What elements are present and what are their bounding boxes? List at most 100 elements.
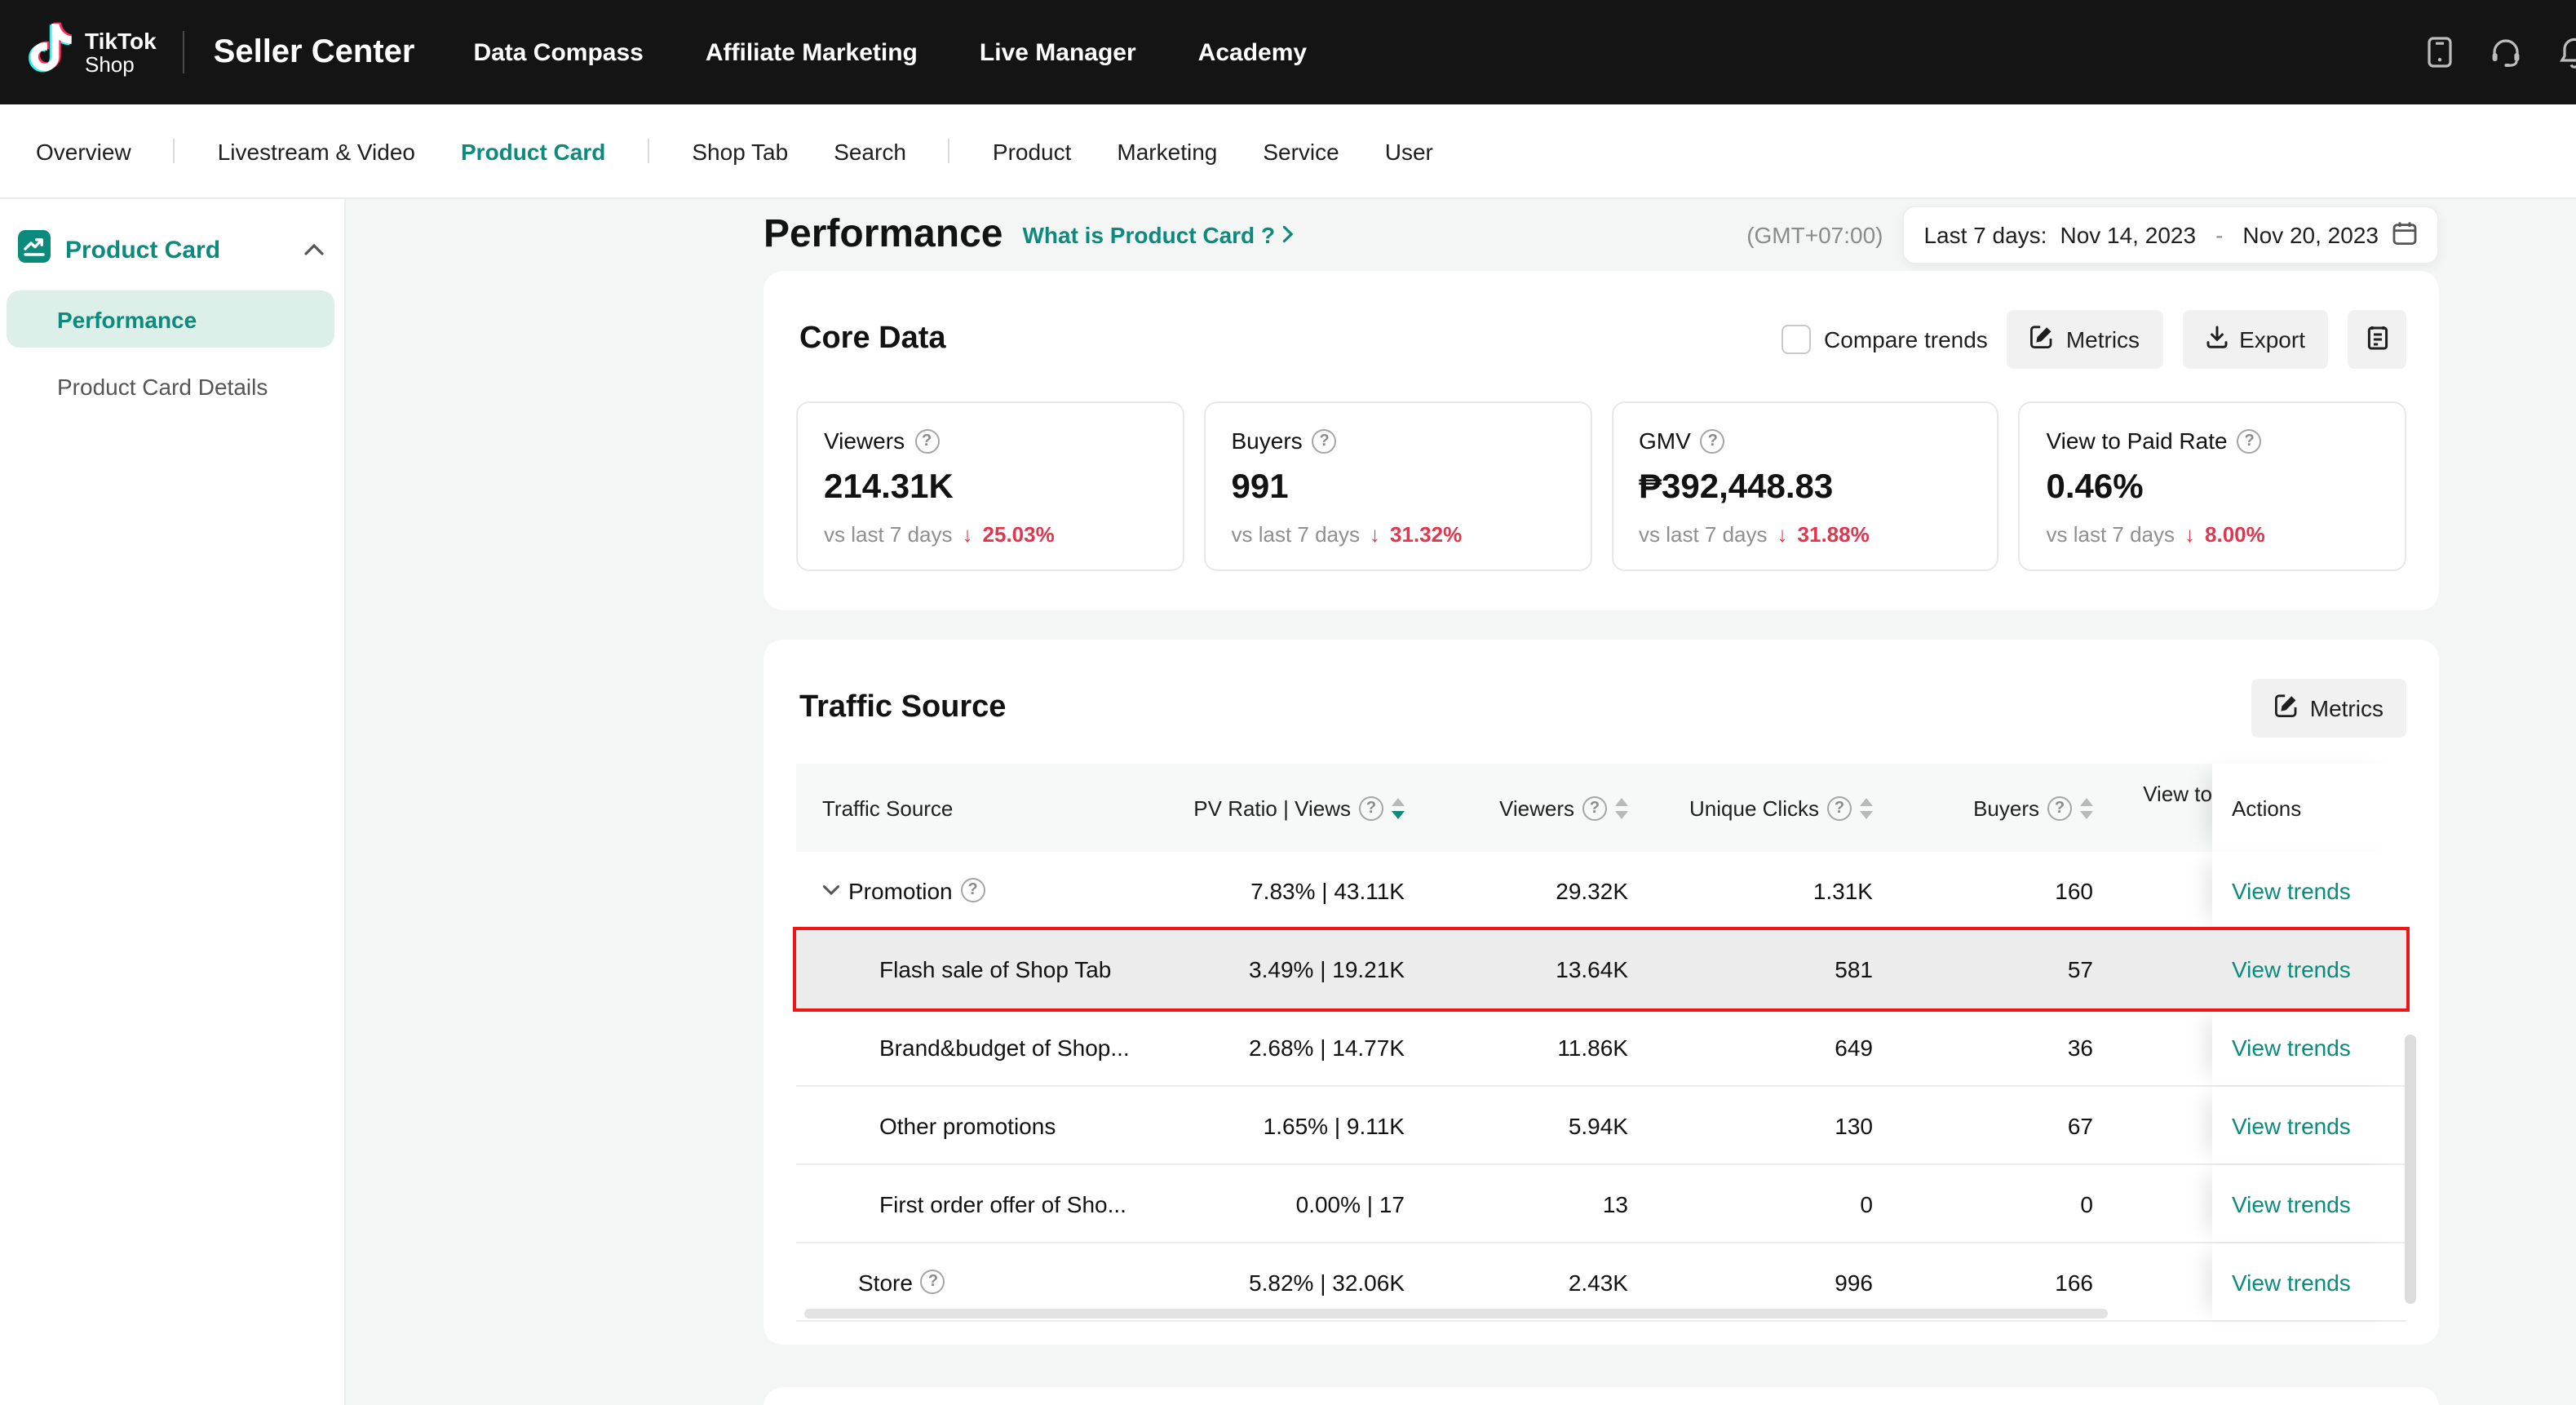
view-trends-link[interactable]: View trends [2232,1269,2351,1295]
subnav-divider [949,139,950,163]
report-clipboard-button[interactable] [2348,310,2406,369]
subnav-shop-tab[interactable]: Shop Tab [692,138,788,164]
decrease-arrow-icon: ↓ [963,522,973,547]
help-icon[interactable]: ? [2047,796,2072,820]
row-name: Brand&budget of Shop... [879,1034,1130,1060]
subnav-product-card[interactable]: Product Card [461,138,605,164]
table-row-promotion: Promotion ? 7.83% | 43.11K 29.32K 1.31K … [796,852,2406,930]
sidebar-section-product-card[interactable]: Product Card [0,230,344,269]
subnav-search[interactable]: Search [834,138,906,164]
metric-value: 0.46% [2047,468,2379,507]
vertical-scrollbar-thumb[interactable] [2405,1035,2416,1304]
help-icon[interactable]: ? [1701,428,1725,453]
compare-trends-checkbox[interactable] [1782,325,1811,354]
view-to-value [2093,852,2212,870]
vs-period-label: vs last 7 days [1232,522,1361,547]
subnav-livestream-video[interactable]: Livestream & Video [218,138,415,164]
nav-affiliate-marketing[interactable]: Affiliate Marketing [706,38,918,66]
traffic-source-table: Traffic Source PV Ratio | Views ? Viewer… [796,764,2406,1322]
col-viewers-sort[interactable]: Viewers ? [1405,796,1628,820]
metric-label: View to Paid Rate [2047,428,2228,454]
metric-value: 991 [1232,468,1565,507]
viewers-value: 11.86K [1405,1034,1628,1060]
collapse-chevron-down-icon[interactable] [822,884,840,896]
nav-academy[interactable]: Academy [1198,38,1307,66]
subnav-marketing[interactable]: Marketing [1117,138,1217,164]
mobile-app-icon[interactable] [2426,36,2454,69]
help-icon[interactable]: ? [961,878,985,902]
download-icon [2205,325,2228,354]
col-label: Traffic Source [822,796,953,820]
sidebar-item-product-card-details[interactable]: Product Card Details [7,357,334,414]
nav-live-manager[interactable]: Live Manager [980,38,1136,66]
timezone-label: (GMT+07:00) [1746,222,1883,248]
what-is-product-card-link[interactable]: What is Product Card ? [1022,222,1293,248]
sidebar-item-performance[interactable]: Performance [7,290,334,348]
view-to-value [2093,1087,2212,1105]
edit-metrics-icon [2274,694,2299,723]
date-separator: - [2215,222,2223,248]
traffic-metrics-button[interactable]: Metrics [2251,679,2406,738]
table-row-flash-sale-highlighted: Flash sale of Shop Tab 3.49% | 19.21K 13… [796,930,2406,1008]
compare-trends-control[interactable]: Compare trends [1782,325,1988,354]
metric-label: GMV [1639,428,1691,454]
help-icon[interactable]: ? [921,1270,945,1294]
metric-tile-gmv: GMV ? ₱392,448.83 vs last 7 days ↓ 31.88… [1611,401,1999,571]
view-to-value [2093,930,2212,948]
table-row-other-promotions: Other promotions 1.65% | 9.11K 5.94K 130… [796,1087,2406,1165]
top-bar: TikTok Shop Seller Center Data Compass A… [0,0,2576,104]
subnav-user[interactable]: User [1385,138,1433,164]
help-icon[interactable]: ? [1827,796,1852,820]
sort-carets-icon [1615,797,1628,818]
nav-data-compass[interactable]: Data Compass [473,38,643,66]
viewers-value: 29.32K [1405,877,1628,903]
tiktok-shop-logo[interactable]: TikTok Shop [23,20,157,84]
vs-period-label: vs last 7 days [824,522,953,547]
notification-bell-icon[interactable] [2558,35,2576,69]
buyers-value: 36 [1873,1034,2093,1060]
sort-carets-icon [2080,797,2093,818]
metrics-button[interactable]: Metrics [2007,310,2162,369]
pv-ratio-views: 5.82% | 32.06K [1163,1269,1405,1295]
compare-trends-label: Compare trends [1824,326,1988,352]
date-start: Nov 14, 2023 [2060,222,2196,248]
help-icon[interactable]: ? [1312,428,1337,453]
unique-clicks-value: 0 [1628,1190,1873,1217]
headset-support-icon[interactable] [2490,36,2522,69]
col-label: Viewers [1499,796,1574,820]
brand-line-shop: Shop [85,53,157,75]
buyers-value: 0 [1873,1190,2093,1217]
traffic-source-title: Traffic Source [799,690,1006,726]
metric-tile-buyers: Buyers ? 991 vs last 7 days ↓ 31.32% [1204,401,1592,571]
help-icon[interactable]: ? [914,428,939,453]
next-section-card [764,1387,2439,1405]
subnav-service[interactable]: Service [1263,138,1339,164]
col-buyers-sort[interactable]: Buyers ? [1873,796,2093,820]
help-icon[interactable]: ? [1359,796,1383,820]
buyers-value: 67 [1873,1112,2093,1138]
app-body: Product Card Performance Product Card De… [0,199,2576,1405]
subnav-product[interactable]: Product [993,138,1072,164]
export-button[interactable]: Export [2182,310,2328,369]
pv-ratio-views: 7.83% | 43.11K [1163,877,1405,903]
view-trends-link[interactable]: View trends [2232,1034,2351,1060]
help-icon[interactable]: ? [2237,428,2262,453]
unique-clicks-value: 1.31K [1628,877,1873,903]
help-icon[interactable]: ? [1582,796,1607,820]
subnav-overview[interactable]: Overview [36,138,131,164]
view-trends-link[interactable]: View trends [2232,1190,2351,1217]
col-unique-clicks-sort[interactable]: Unique Clicks ? [1628,796,1873,820]
seller-center-title: Seller Center [214,33,415,71]
pv-ratio-views: 0.00% | 17 [1163,1190,1405,1217]
viewers-value: 5.94K [1405,1112,1628,1138]
vs-period-label: vs last 7 days [2047,522,2175,547]
unique-clicks-value: 581 [1628,955,1873,982]
view-trends-link[interactable]: View trends [2232,1112,2351,1138]
view-to-value [2093,1008,2212,1026]
date-range-picker[interactable]: Last 7 days: Nov 14, 2023 - Nov 20, 2023 [1902,206,2439,264]
col-pv-ratio-views-sort[interactable]: PV Ratio | Views ? [1163,796,1405,820]
view-trends-link[interactable]: View trends [2232,955,2351,982]
horizontal-scrollbar-thumb[interactable] [804,1309,2108,1319]
view-trends-link[interactable]: View trends [2232,877,2351,903]
brand-line-tiktok: TikTok [85,29,157,53]
